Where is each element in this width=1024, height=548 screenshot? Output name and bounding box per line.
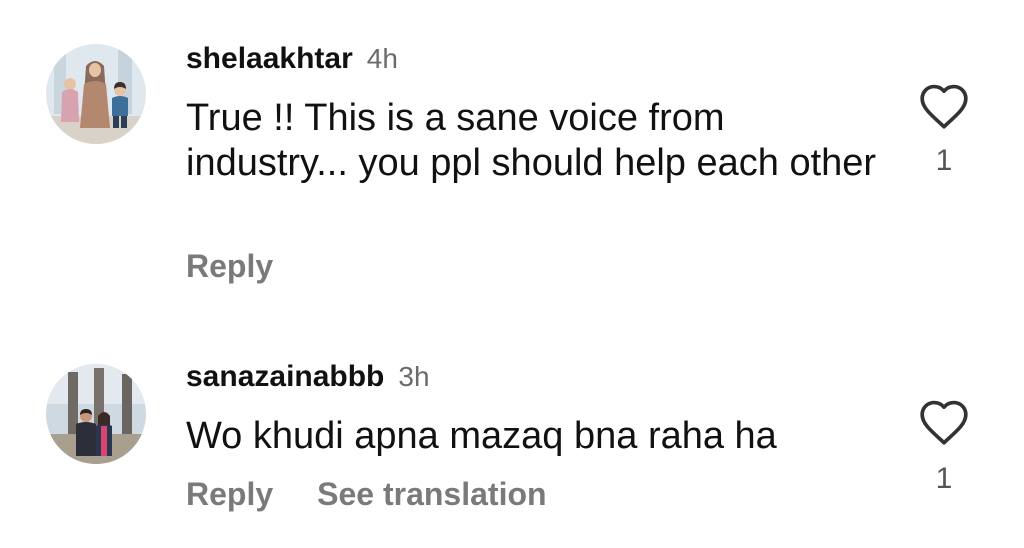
comment-text: Wo khudi apna mazaq bna raha ha <box>186 415 777 457</box>
like-button[interactable] <box>916 398 972 451</box>
comment-header: sanazainabbb 3h <box>186 362 430 392</box>
heart-outline-icon <box>920 400 968 445</box>
like-count: 1 <box>935 462 953 495</box>
comment-actions: Reply See translation <box>186 478 547 510</box>
reply-button[interactable]: Reply <box>186 478 273 510</box>
timestamp: 3h <box>398 361 430 392</box>
comment-item: sanazainabbb 3h Wo khudi apna mazaq bna r… <box>0 0 1024 548</box>
avatar[interactable] <box>46 364 146 464</box>
username[interactable]: sanazainabbb <box>186 360 384 393</box>
avatar-image <box>46 364 146 464</box>
see-translation-button[interactable]: See translation <box>317 478 546 510</box>
